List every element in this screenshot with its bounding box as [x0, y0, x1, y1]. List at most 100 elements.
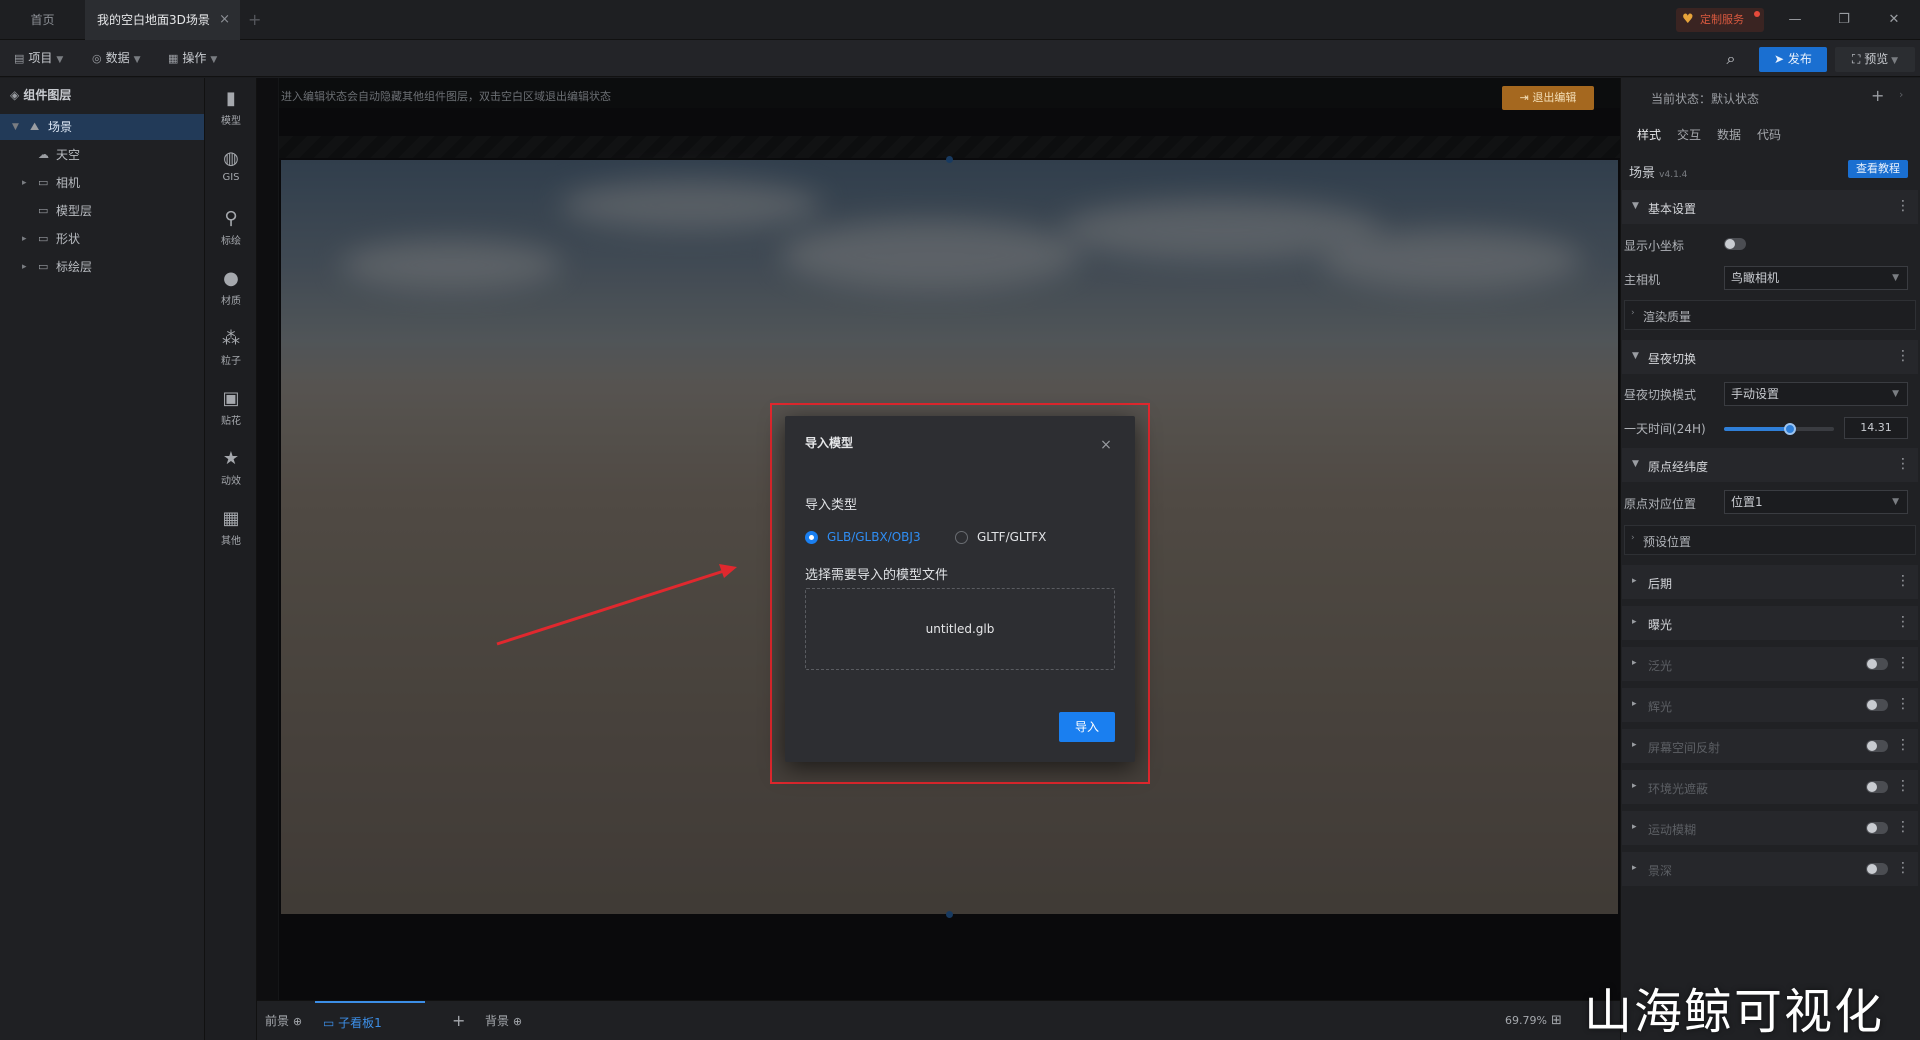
- component-sidebar: ▮ 模型 ◍ GIS ⚲ 标绘 ● 材质 ⁂ 粒子 ▣ 贴花 ★ 动效 ▦ 其他: [205, 78, 257, 1040]
- day-night-mode-select[interactable]: 手动设置 ▼: [1724, 382, 1908, 406]
- section-dof[interactable]: ▸ 景深 ⋮: [1622, 852, 1918, 886]
- custom-service-badge[interactable]: ♥ 定制服务: [1676, 8, 1764, 32]
- fit-screen-icon[interactable]: ⊞: [1551, 1001, 1562, 1040]
- component-material[interactable]: ● 材质: [205, 264, 257, 320]
- layers-icon: ◈: [10, 88, 24, 102]
- dof-toggle[interactable]: [1866, 863, 1888, 875]
- section-motion-blur[interactable]: ▸ 运动模糊 ⋮: [1622, 811, 1918, 845]
- section-glow[interactable]: ▸ 辉光 ⋮: [1622, 688, 1918, 722]
- radio-glb[interactable]: [805, 531, 818, 544]
- front-layer-tab[interactable]: 前景 ⊕: [265, 1001, 302, 1040]
- tab-data[interactable]: 数据: [1717, 126, 1741, 143]
- menu-project[interactable]: ▤ 项目 ▼: [14, 40, 63, 77]
- tab-home[interactable]: 首页: [0, 0, 85, 40]
- layer-item-shape[interactable]: ▸ ▭ 形状: [0, 226, 204, 252]
- caret-right-icon[interactable]: ▸: [22, 226, 27, 252]
- more-vertical-icon[interactable]: ⋮: [1896, 737, 1910, 753]
- add-state-button[interactable]: +: [1871, 86, 1884, 105]
- origin-position-select[interactable]: 位置1 ▼: [1724, 490, 1908, 514]
- caret-down-icon[interactable]: ▼: [12, 114, 19, 140]
- glow-toggle[interactable]: [1866, 699, 1888, 711]
- more-vertical-icon[interactable]: ⋮: [1896, 778, 1910, 794]
- radio-glb-label[interactable]: GLB/GLBX/OBJ3: [827, 530, 921, 544]
- component-model[interactable]: ▮ 模型: [205, 84, 257, 140]
- component-effect[interactable]: ★ 动效: [205, 444, 257, 500]
- tab-code[interactable]: 代码: [1757, 126, 1781, 143]
- section-exposure[interactable]: ▸ 曝光 ⋮: [1622, 606, 1918, 640]
- more-vertical-icon[interactable]: ⋮: [1896, 860, 1910, 876]
- section-bloom[interactable]: ▸ 泛光 ⋮: [1622, 647, 1918, 681]
- tutorial-button[interactable]: 查看教程: [1848, 160, 1908, 178]
- radio-gltf[interactable]: [955, 531, 968, 544]
- render-quality-row[interactable]: › 渲染质量: [1624, 300, 1916, 330]
- layer-item-model-layer[interactable]: ▭ 模型层: [0, 198, 204, 224]
- more-vertical-icon[interactable]: ⋮: [1896, 614, 1910, 630]
- more-vertical-icon[interactable]: ⋮: [1896, 198, 1910, 214]
- layer-item-plot-layer[interactable]: ▸ ▭ 标绘层: [0, 254, 204, 280]
- folder-icon: ▭: [38, 260, 49, 273]
- bloom-toggle[interactable]: [1866, 658, 1888, 670]
- more-vertical-icon[interactable]: ⋮: [1896, 696, 1910, 712]
- more-vertical-icon[interactable]: ⋮: [1896, 655, 1910, 671]
- add-tab-button[interactable]: +: [248, 0, 261, 40]
- import-button[interactable]: 导入: [1059, 712, 1115, 742]
- more-vertical-icon[interactable]: ⋮: [1896, 819, 1910, 835]
- component-decal[interactable]: ▣ 贴花: [205, 384, 257, 440]
- layer-item-camera[interactable]: ▸ ▭ 相机: [0, 170, 204, 196]
- tab-scene[interactable]: 我的空白地面3D场景 ×: [85, 0, 240, 40]
- component-plot[interactable]: ⚲ 标绘: [205, 204, 257, 260]
- background-layer-tab[interactable]: 背景 ⊕: [485, 1001, 522, 1040]
- section-ao[interactable]: ▸ 环境光遮蔽 ⋮: [1622, 770, 1918, 804]
- section-label: 辉光: [1648, 700, 1673, 714]
- menu-data[interactable]: ◎ 数据 ▼: [92, 40, 141, 77]
- chevron-right-icon[interactable]: ›: [1899, 88, 1903, 101]
- section-post[interactable]: ▸ 后期 ⋮: [1622, 565, 1918, 599]
- zoom-level[interactable]: 69.79%: [1505, 1001, 1547, 1040]
- add-page-button[interactable]: +: [452, 1001, 465, 1040]
- caret-right-icon[interactable]: ▸: [22, 254, 27, 280]
- restore-button[interactable]: ❐: [1824, 0, 1864, 40]
- more-vertical-icon[interactable]: ⋮: [1896, 348, 1910, 364]
- publish-button[interactable]: ➤ 发布: [1759, 47, 1827, 72]
- component-particle[interactable]: ⁂ 粒子: [205, 324, 257, 380]
- watermark-logo: 山海鲸可视化: [1584, 984, 1885, 1040]
- main-camera-select[interactable]: 鸟瞰相机 ▼: [1724, 266, 1908, 290]
- preset-position-row[interactable]: › 预设位置: [1624, 525, 1916, 555]
- preview-button[interactable]: ⛶ 预览 ▼: [1835, 47, 1915, 72]
- show-axis-label: 显示小坐标: [1624, 239, 1685, 253]
- ssr-toggle[interactable]: [1866, 740, 1888, 752]
- section-origin[interactable]: ▼ 原点经纬度 ⋮: [1622, 448, 1918, 482]
- layer-item-sky[interactable]: ☁ 天空: [0, 142, 204, 168]
- close-window-button[interactable]: ✕: [1874, 0, 1914, 40]
- more-vertical-icon[interactable]: ⋮: [1896, 456, 1910, 472]
- section-basic-settings[interactable]: ▼ 基本设置 ⋮: [1622, 190, 1918, 224]
- ao-toggle[interactable]: [1866, 781, 1888, 793]
- add-circle-icon[interactable]: ⊕: [293, 1015, 302, 1028]
- layer-item-scene[interactable]: ▼ ⛰ 场景: [0, 114, 204, 140]
- tab-interaction[interactable]: 交互: [1677, 126, 1701, 143]
- day-time-slider[interactable]: [1724, 423, 1834, 435]
- close-icon[interactable]: ×: [1099, 438, 1113, 452]
- layer-item-label: 形状: [56, 232, 81, 246]
- radio-gltf-label[interactable]: GLTF/GLTFX: [977, 530, 1046, 544]
- section-ssr[interactable]: ▸ 屏幕空间反射 ⋮: [1622, 729, 1918, 763]
- caret-right-icon[interactable]: ▸: [22, 170, 27, 196]
- search-icon[interactable]: ⌕: [1720, 48, 1742, 70]
- section-day-night[interactable]: ▼ 昼夜切换 ⋮: [1622, 340, 1918, 374]
- tab-style[interactable]: 样式: [1637, 126, 1661, 143]
- more-vertical-icon[interactable]: ⋮: [1896, 573, 1910, 589]
- add-circle-icon[interactable]: ⊕: [513, 1015, 522, 1028]
- minimize-button[interactable]: —: [1775, 0, 1815, 40]
- layer-item-label: 标绘层: [56, 260, 93, 274]
- day-time-slider-knob[interactable]: [1784, 423, 1796, 435]
- day-time-input[interactable]: 14.31: [1844, 417, 1908, 439]
- tab-close-icon[interactable]: ×: [219, 0, 230, 40]
- tab-child-page[interactable]: ▭ 子看板1: [315, 1001, 425, 1040]
- component-other[interactable]: ▦ 其他: [205, 504, 257, 560]
- file-drop-zone[interactable]: untitled.glb: [805, 588, 1115, 670]
- show-axis-toggle[interactable]: [1724, 238, 1746, 250]
- component-gis[interactable]: ◍ GIS: [205, 144, 257, 200]
- menu-operate[interactable]: ▦ 操作 ▼: [168, 40, 217, 77]
- caret-right-icon: ▸: [1632, 822, 1637, 832]
- motion-blur-toggle[interactable]: [1866, 822, 1888, 834]
